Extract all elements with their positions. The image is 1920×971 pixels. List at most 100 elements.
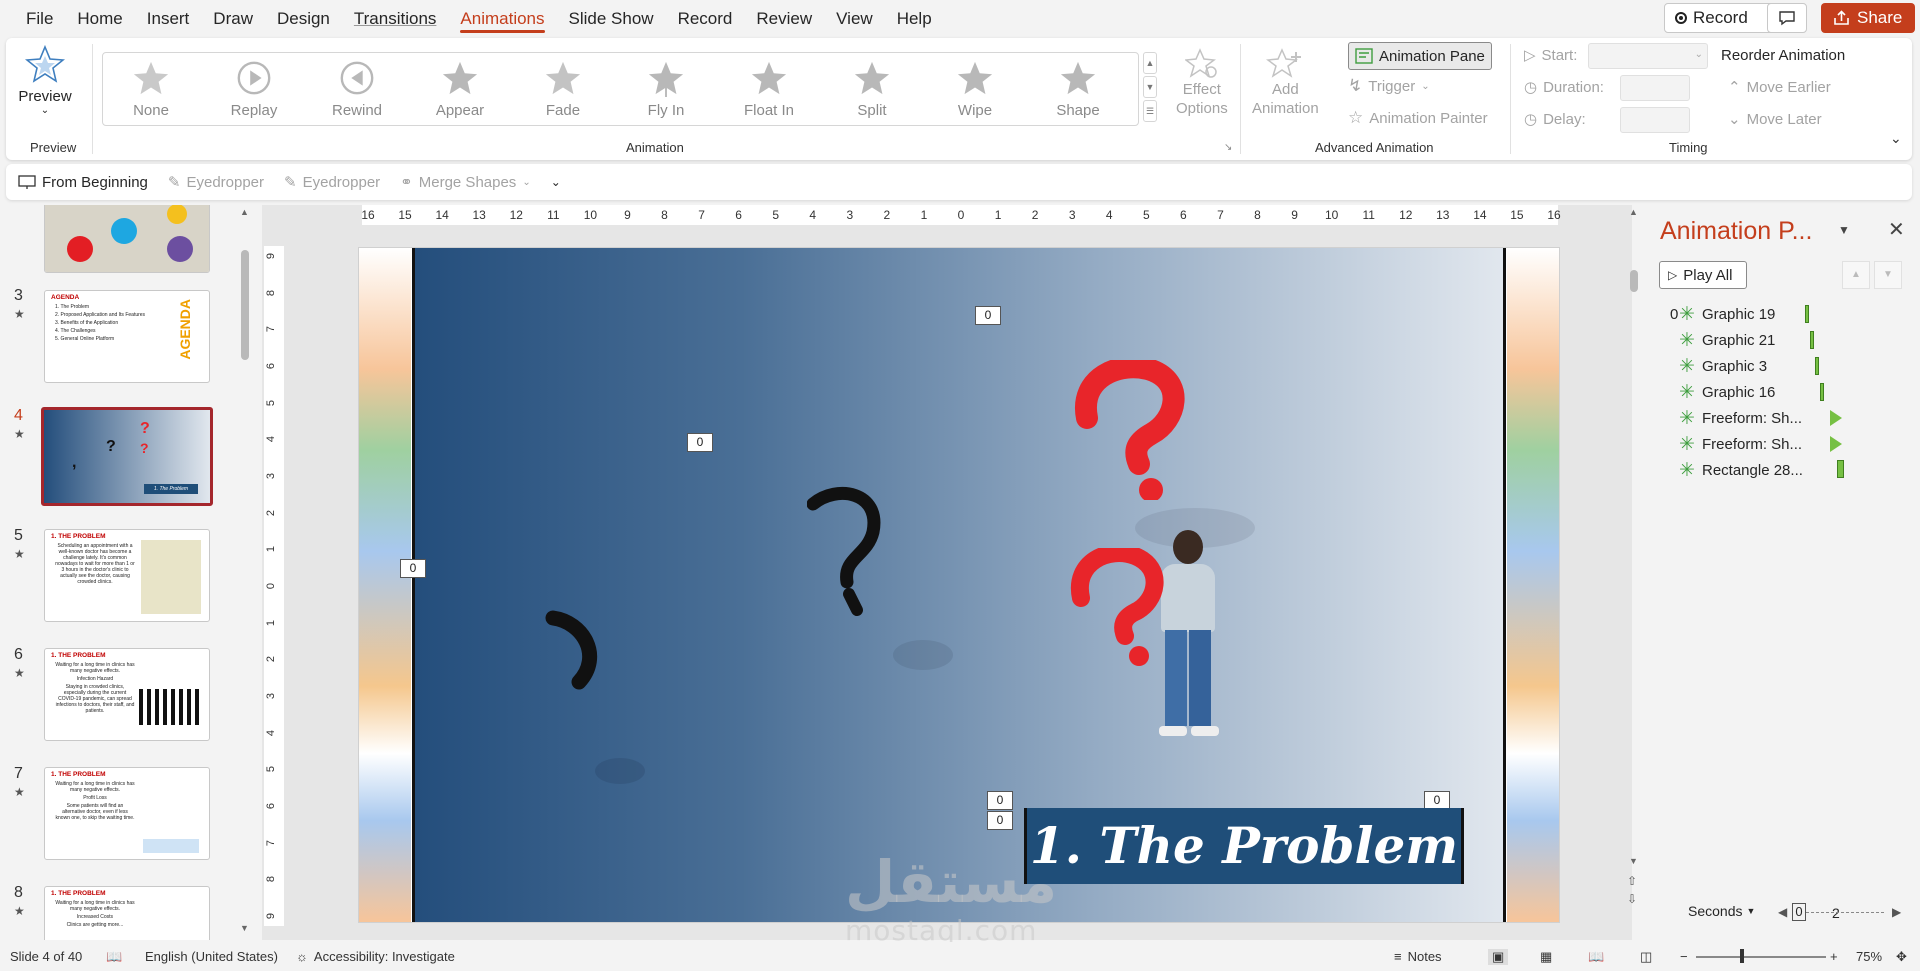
slideshow-view-icon[interactable]: ◫ xyxy=(1640,949,1652,965)
customize-toolbar-button[interactable]: ⌄ xyxy=(551,175,561,189)
previous-slide-icon[interactable]: ⇧ xyxy=(1627,874,1637,888)
close-icon[interactable]: ✕ xyxy=(1888,217,1905,242)
move-later-button[interactable]: ⌄ Move Later xyxy=(1728,110,1822,129)
gallery-more[interactable]: ☰ xyxy=(1143,100,1157,122)
red-question-mark-small-graphic[interactable] xyxy=(1069,548,1169,668)
zoom-in-icon[interactable]: + xyxy=(1830,949,1838,964)
timeline-bar[interactable] xyxy=(1837,460,1844,478)
timeline-bar[interactable] xyxy=(1815,357,1819,375)
delay-input[interactable] xyxy=(1620,107,1690,133)
from-beginning-button[interactable]: From Beginning xyxy=(18,174,148,191)
move-up-button[interactable]: ▲ xyxy=(1842,261,1870,289)
fit-to-window-icon[interactable]: ✥ xyxy=(1896,949,1907,965)
editor-scrollbar[interactable] xyxy=(1630,270,1638,292)
preview-button[interactable]: Preview ⌄ xyxy=(18,44,72,116)
scroll-down-arrow[interactable]: ▼ xyxy=(240,923,249,933)
timeline-marker[interactable] xyxy=(1830,410,1842,426)
pane-item[interactable]: ✳ Freeform: Sh... xyxy=(1678,433,1802,455)
timeline-marker[interactable] xyxy=(1830,436,1842,452)
tab-record[interactable]: Record xyxy=(666,0,745,37)
animation-tag[interactable]: 0 xyxy=(687,433,713,452)
thumbnail-scrollbar[interactable] xyxy=(241,250,249,360)
normal-view-icon[interactable]: ▣ xyxy=(1488,949,1509,965)
pane-item[interactable]: ✳ Graphic 3 xyxy=(1678,355,1767,377)
pane-item[interactable]: ✳ Rectangle 28... xyxy=(1678,459,1803,481)
anim-none[interactable]: None xyxy=(105,53,197,125)
zoom-slider[interactable] xyxy=(1696,956,1826,958)
play-all-button[interactable]: ▷ Play All xyxy=(1659,261,1747,289)
language-label[interactable]: English (United States) xyxy=(145,949,278,964)
tab-design[interactable]: Design xyxy=(265,0,342,37)
slide-thumbnail-2[interactable] xyxy=(44,205,210,273)
anim-fade[interactable]: Fade xyxy=(517,53,609,125)
tab-draw[interactable]: Draw xyxy=(201,0,265,37)
scroll-up-arrow[interactable]: ▲ xyxy=(1629,207,1638,217)
eyedropper-button-2[interactable]: ✎ Eyedropper xyxy=(284,173,380,192)
zoom-out-icon[interactable]: − xyxy=(1680,949,1688,964)
pane-item[interactable]: ✳ Graphic 21 xyxy=(1678,329,1775,351)
animation-pane-button[interactable]: Animation Pane xyxy=(1348,42,1492,70)
merge-shapes-button[interactable]: ⚭ Merge Shapes ⌄ xyxy=(400,173,531,192)
anim-appear[interactable]: Appear xyxy=(414,53,506,125)
animation-painter-button[interactable]: ☆ Animation Painter xyxy=(1348,108,1488,128)
slide-thumbnail-5[interactable]: 1. THE PROBLEM Scheduling an appointment… xyxy=(44,529,210,622)
anim-split[interactable]: Split xyxy=(826,53,918,125)
anim-shape[interactable]: Shape xyxy=(1032,53,1124,125)
tab-help[interactable]: Help xyxy=(885,0,944,37)
duration-input[interactable] xyxy=(1620,75,1690,101)
slide-sorter-icon[interactable]: ▦ xyxy=(1540,949,1552,965)
record-button[interactable]: Record xyxy=(1664,3,1779,33)
eyedropper-button-1[interactable]: ✎ Eyedropper xyxy=(168,173,264,192)
comments-button[interactable] xyxy=(1767,3,1807,33)
animation-tag[interactable]: 0 xyxy=(987,811,1013,830)
tab-review[interactable]: Review xyxy=(744,0,824,37)
slide-thumbnail-4[interactable]: , ? ? ? 1. The Problem xyxy=(41,407,213,506)
tab-file[interactable]: File xyxy=(14,0,65,37)
zoom-slider-thumb[interactable] xyxy=(1740,949,1744,963)
seconds-dropdown[interactable]: Seconds ▼ xyxy=(1688,903,1755,919)
timeline-scroll-left[interactable]: ◀ xyxy=(1778,905,1787,919)
start-select[interactable]: ⌄ xyxy=(1588,43,1708,69)
black-hook-graphic[interactable] xyxy=(543,610,603,690)
timeline-bar[interactable] xyxy=(1810,331,1814,349)
next-slide-icon[interactable]: ⇩ xyxy=(1627,892,1637,906)
timeline-scroll-right[interactable]: ▶ xyxy=(1892,905,1901,919)
share-button[interactable]: Share xyxy=(1821,3,1915,33)
accessibility-button[interactable]: ☼ Accessibility: Investigate xyxy=(296,949,455,964)
pane-item[interactable]: ✳ Graphic 19 xyxy=(1678,303,1775,325)
trigger-button[interactable]: ↯ Trigger ⌄ xyxy=(1348,76,1430,96)
gallery-scroll-up[interactable]: ▲ xyxy=(1143,52,1157,74)
timeline-bar[interactable] xyxy=(1805,305,1809,323)
scroll-down-arrow[interactable]: ▼ xyxy=(1629,856,1638,866)
tab-transitions[interactable]: Transitions xyxy=(342,0,449,37)
black-question-mark-graphic[interactable] xyxy=(807,486,887,616)
notes-button[interactable]: ≡ Notes xyxy=(1394,949,1442,964)
gallery-scroll-down[interactable]: ▼ xyxy=(1143,76,1157,98)
slide-thumbnail-8[interactable]: 1. THE PROBLEM Waiting for a long time i… xyxy=(44,886,210,940)
move-earlier-button[interactable]: ⌃ Move Earlier xyxy=(1728,78,1831,97)
pane-item[interactable]: ✳ Graphic 16 xyxy=(1678,381,1775,403)
tab-insert[interactable]: Insert xyxy=(135,0,202,37)
scroll-up-arrow[interactable]: ▲ xyxy=(240,207,249,217)
red-question-mark-graphic[interactable] xyxy=(1073,360,1193,500)
add-animation-button[interactable]: Add Animation xyxy=(1252,48,1319,118)
timeline-bar[interactable] xyxy=(1820,383,1824,401)
move-down-button[interactable]: ▼ xyxy=(1874,261,1902,289)
anim-float-in[interactable]: Float In xyxy=(723,53,815,125)
dialog-launcher-icon[interactable]: ↘ xyxy=(1224,142,1232,153)
effect-options-button[interactable]: Effect Options xyxy=(1176,48,1228,118)
chevron-down-icon[interactable]: ▼ xyxy=(1838,223,1850,237)
anim-fly-in[interactable]: Fly In xyxy=(620,53,712,125)
pane-item[interactable]: ✳ Freeform: Sh... xyxy=(1678,407,1802,429)
slide-title-banner[interactable]: 1. The Problem xyxy=(1024,808,1464,884)
animation-tag[interactable]: 0 xyxy=(400,559,426,578)
slide-thumbnail-6[interactable]: 1. THE PROBLEM Waiting for a long time i… xyxy=(44,648,210,741)
spelling-icon[interactable]: 📖 xyxy=(106,949,122,965)
zoom-level[interactable]: 75% xyxy=(1856,949,1882,964)
animation-tag[interactable]: 0 xyxy=(987,791,1013,810)
anim-wipe[interactable]: Wipe xyxy=(929,53,1021,125)
tab-view[interactable]: View xyxy=(824,0,885,37)
slide-thumbnail-3[interactable]: AGENDA 1. The Problem 2. Proposed Applic… xyxy=(44,290,210,383)
tab-home[interactable]: Home xyxy=(65,0,134,37)
reading-view-icon[interactable]: 📖 xyxy=(1588,949,1604,965)
